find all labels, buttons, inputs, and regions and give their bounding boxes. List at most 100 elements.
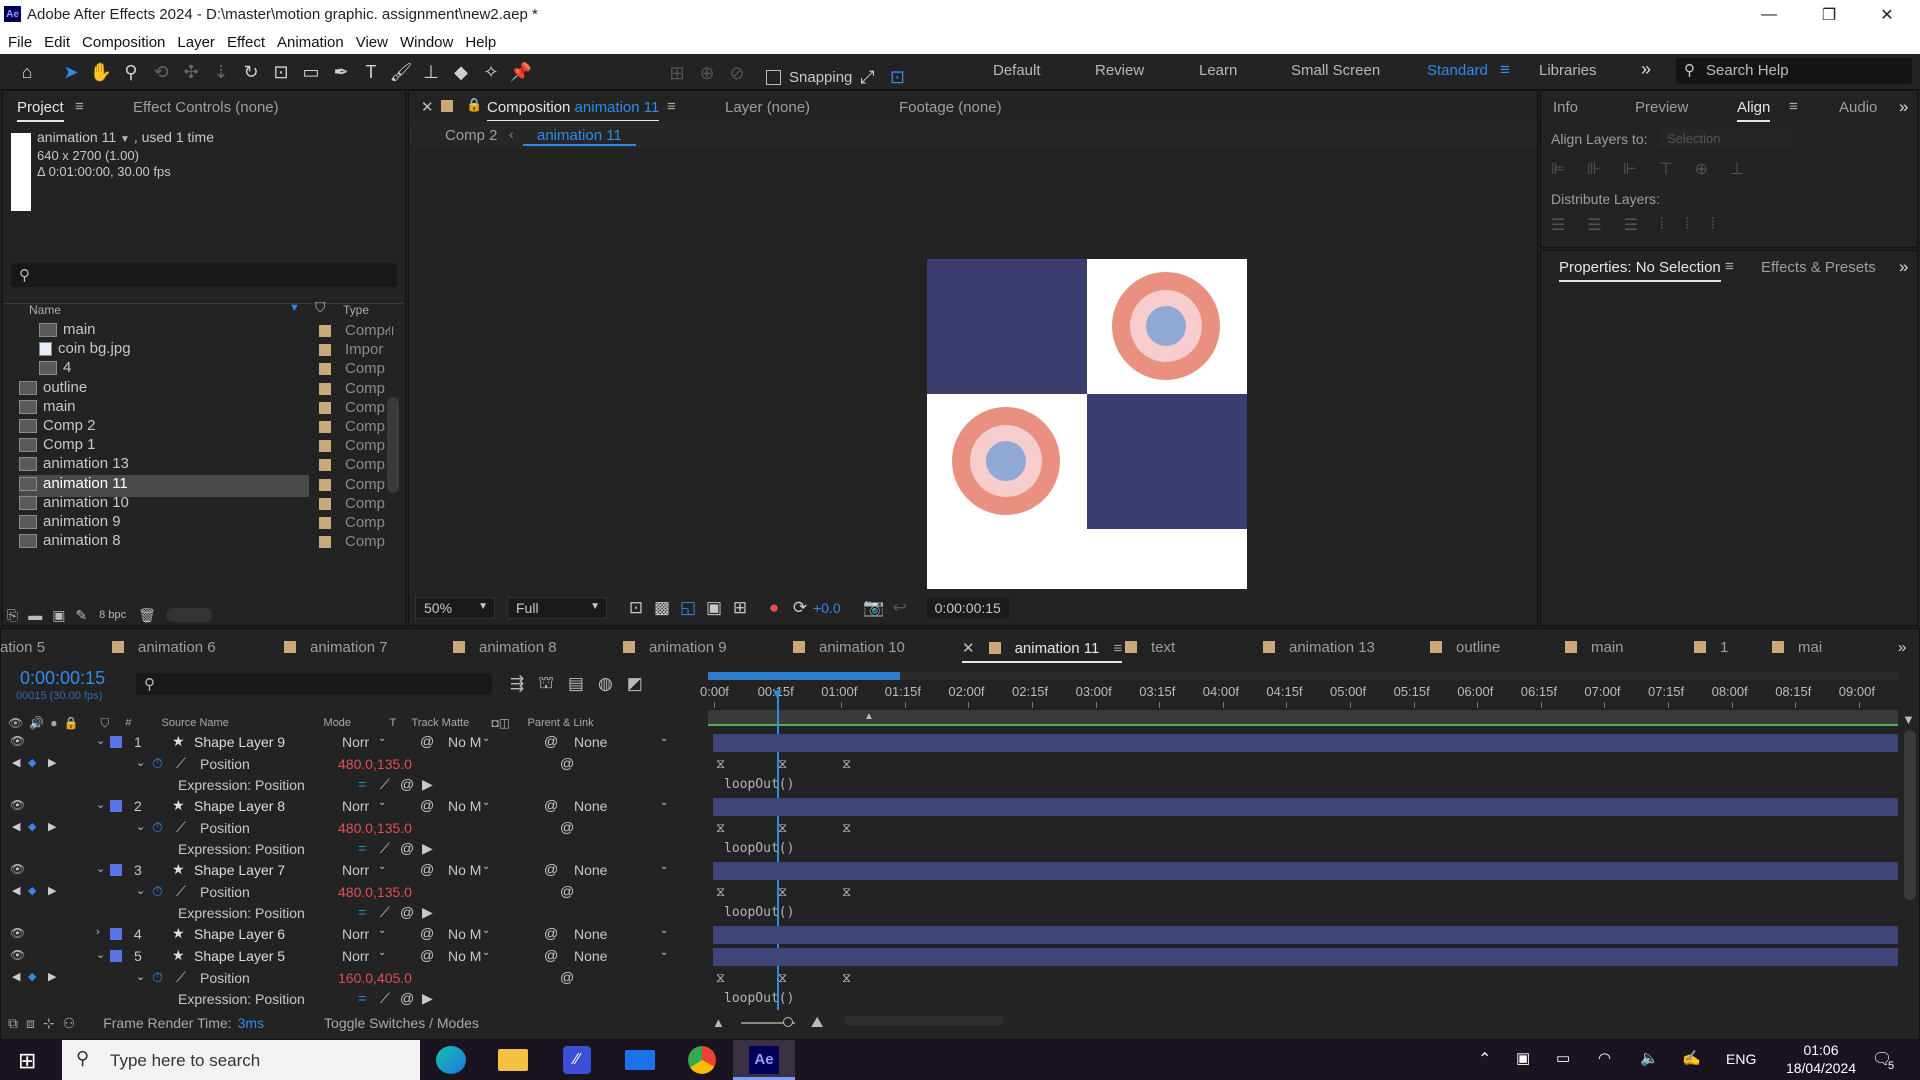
timeline-tab[interactable]: 1 [1694,639,1728,656]
chevron-up-icon[interactable]: ⌃ [1478,1049,1491,1069]
clone-stamp-icon[interactable]: ⊥ [416,57,446,87]
layer-duration-bar[interactable] [713,926,1898,944]
chevron-down-icon[interactable]: ▼ [120,134,130,145]
snapping-checkbox[interactable] [766,69,781,85]
breadcrumb-parent[interactable]: Comp 2 [445,127,498,144]
tab-effect-controls[interactable]: Effect Controls (none) [133,99,279,116]
home-icon[interactable]: ⌂ [12,57,42,87]
expression-enable-icon[interactable]: = [358,990,366,1006]
project-search-input[interactable]: ⚲ [11,263,397,287]
workspace-default[interactable]: Default [993,62,1041,79]
menu-file[interactable]: File [8,34,32,51]
layer-switches-icon[interactable]: ⧉ [8,1015,18,1032]
motion-blur-icon[interactable]: ◍ [598,674,613,694]
position-property-row[interactable]: ◀ ◆ ▶ ⌄ ⏱ ⟋ Position 480.0,135.0 @ [0,818,700,840]
volume-icon[interactable]: 🔈 [1640,1049,1659,1067]
label-color-swatch[interactable] [319,325,331,337]
layer-parent-select[interactable]: None [574,948,607,964]
snap-target-icon[interactable]: ⊡ [882,62,912,92]
parent-pickwhip-icon[interactable]: @ [544,947,558,963]
menu-effect[interactable]: Effect [227,34,265,51]
layer-name[interactable]: Shape Layer 6 [194,926,285,942]
tabs-overflow-icon[interactable]: » [1898,639,1906,656]
column-source-name[interactable]: Source Name [162,717,324,729]
lock-toggle-icon[interactable]: 🔒 [63,716,78,730]
work-area-bar[interactable] [708,672,1898,680]
menu-layer[interactable]: Layer [177,34,215,51]
timeline-tab[interactable]: ation 5 [0,639,45,656]
eye-icon[interactable]: 👁 [10,734,25,748]
expression-row[interactable]: Expression: Position = ⟋ @ ▶ [0,989,700,1011]
label-color-swatch[interactable] [319,517,331,529]
chevron-down-icon[interactable]: ⌄ [96,948,105,961]
menu-composition[interactable]: Composition [82,34,165,51]
next-keyframe-icon[interactable]: ▶ [48,970,56,983]
menu-window[interactable]: Window [400,34,453,51]
workspace-small-screen[interactable]: Small Screen [1291,62,1380,79]
stopwatch-icon[interactable]: ⏱ [152,969,163,986]
prev-keyframe-icon[interactable]: ◀ [12,884,20,897]
label-color-swatch[interactable] [319,382,331,395]
tab-project[interactable]: Project [17,99,64,122]
taskbar-after-effects[interactable]: Ae [733,1040,795,1080]
position-value[interactable]: 480.0,135.0 [338,884,412,900]
layer-track-matte[interactable]: No M [448,798,481,814]
align-bottom-icon[interactable]: ⊥ [1730,159,1744,179]
chevron-right-icon[interactable]: › [96,926,100,938]
timeline-tab[interactable]: animation 13 [1263,639,1375,656]
chevron-down-icon[interactable]: ⌄ [136,970,145,983]
comp-tab-name[interactable]: animation 11 [575,99,660,116]
timeline-tab[interactable]: animation 6 [112,639,216,656]
menu-animation[interactable]: Animation [277,34,344,51]
file-explorer-icon[interactable] [498,1049,528,1071]
expression-text[interactable]: loopOut() [724,777,794,792]
chevron-down-icon[interactable]: ⌄ [136,820,145,833]
fast-previews-icon[interactable]: ⊡ [623,595,649,621]
next-keyframe-icon[interactable]: ▶ [48,884,56,897]
render-time-icon[interactable]: ⚇ [63,1015,76,1032]
pen-input-icon[interactable]: ✍ [1682,1049,1701,1067]
new-comp-icon[interactable]: ▣ [52,607,65,624]
layer-duration-bar[interactable] [713,862,1898,880]
layer-track-matte[interactable]: No M [448,862,481,878]
column-type[interactable]: Type [343,303,369,317]
tab-info[interactable]: Info [1553,99,1578,116]
layer-parent-select[interactable]: None [574,798,607,814]
timeline-tab[interactable]: outline [1430,639,1500,656]
expression-text[interactable]: loopOut() [724,841,794,856]
stopwatch-icon[interactable]: ⏱ [152,755,163,772]
add-keyframe-icon[interactable]: ◆ [28,820,36,833]
timeline-tab[interactable]: mai [1772,639,1822,656]
tab-footage[interactable]: Footage (none) [899,99,1002,116]
hand-tool-icon[interactable]: ✋ [86,57,116,87]
viewer-timecode[interactable]: 0:00:00:15 [926,598,1009,618]
chevron-down-icon[interactable]: ⌄ [96,734,105,747]
toggle-switches-modes[interactable]: Toggle Switches / Modes [324,1015,479,1031]
expression-graph-icon[interactable]: ⟋ [380,776,390,793]
breadcrumb-current[interactable]: animation 11 [523,127,636,146]
time-ruler[interactable]: 0:00f 00:15f 01:00f 01:15f 02:00f 02:15f 03:00… [700,684,1900,708]
transparency-grid-icon[interactable]: ▩ [649,595,675,621]
timeline-scrollbar[interactable] [1904,730,1916,900]
matte-options-icon[interactable]: ◘◫ [492,716,528,730]
keyframe-icon[interactable]: ⧖ [716,970,725,986]
timeline-tab[interactable]: text [1125,639,1175,656]
puppet-pin-icon[interactable]: 📌 [506,57,536,87]
grid-guides-icon[interactable]: ⊞ [727,595,753,621]
chrome-icon[interactable] [688,1046,716,1074]
track-matte-pickwhip-icon[interactable]: @ [420,797,434,813]
distribute-left-icon[interactable]: ⦙ [1660,216,1664,234]
timeline-horizontal-scrollbar[interactable] [844,1016,1004,1026]
add-keyframe-icon[interactable]: ◆ [28,884,36,897]
distribute-top-icon[interactable]: ☰ [1551,215,1565,235]
keyframe-icon[interactable]: ⧖ [716,756,725,772]
keyframe-icon[interactable]: ⧖ [778,820,787,836]
align-hcenter-icon[interactable]: ⊪ [1587,159,1601,179]
eye-icon[interactable]: 👁 [10,926,25,940]
expression-pickwhip-icon[interactable]: @ [560,755,574,771]
column-parent[interactable]: Parent & Link [528,717,594,729]
draft-3d-icon[interactable]: ⛫ [538,673,554,695]
eye-icon[interactable]: 👁 [10,862,25,876]
prev-keyframe-icon[interactable]: ◀ [12,756,20,769]
pen-tool-icon[interactable]: ✒ [326,57,356,87]
